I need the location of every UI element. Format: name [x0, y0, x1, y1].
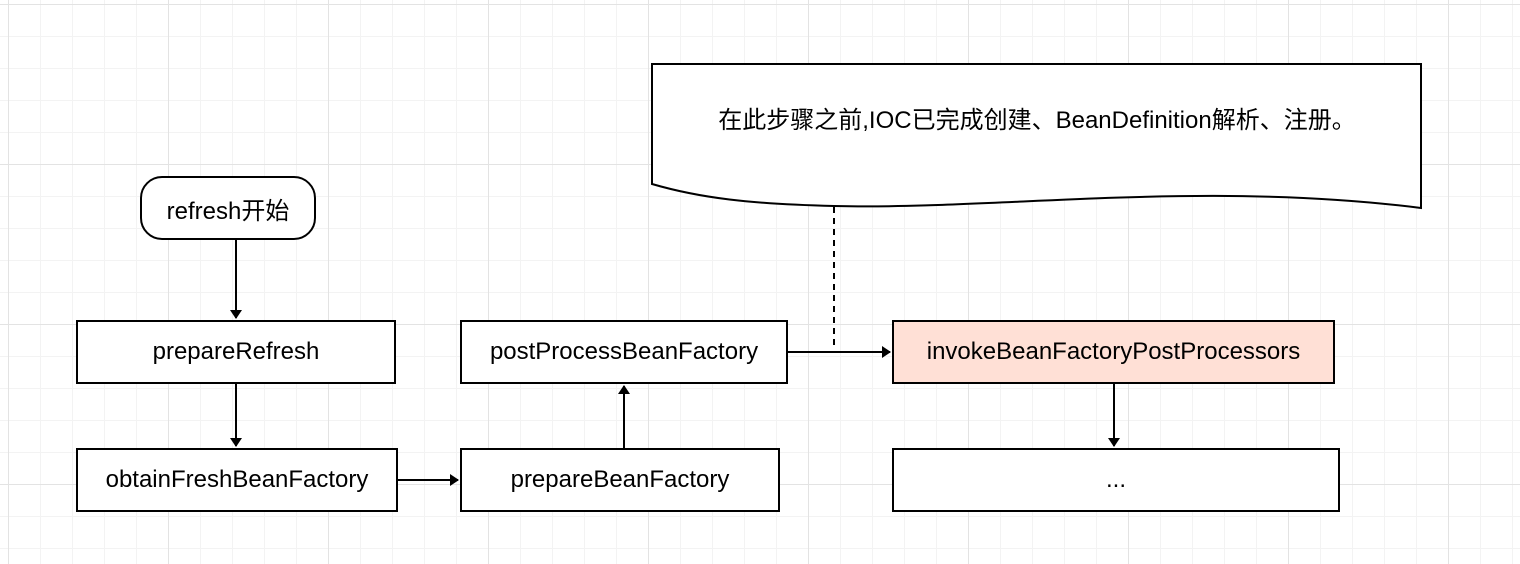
node-label: ... [1105, 466, 1126, 493]
node-label: prepareRefresh [152, 338, 320, 365]
node-ellipsis: ... [892, 448, 1340, 512]
node-invoke-bean-factory-post-processors: invokeBeanFactoryPostProcessors [892, 320, 1335, 384]
note-text: 在此步骤之前,IOC已完成创建、BeanDefinition解析、注册。 [718, 107, 1356, 134]
node-refresh-start: refresh开始 [140, 176, 316, 240]
node-label: prepareBeanFactory [510, 466, 730, 493]
node-label: postProcessBeanFactory [489, 338, 759, 365]
note-shape [651, 63, 1422, 210]
node-prepare-bean-factory: prepareBeanFactory [460, 448, 780, 512]
node-obtain-fresh-bean-factory: obtainFreshBeanFactory [76, 448, 398, 512]
node-prepare-refresh: prepareRefresh [76, 320, 396, 384]
node-label: invokeBeanFactoryPostProcessors [926, 338, 1301, 365]
node-post-process-bean-factory: postProcessBeanFactory [460, 320, 788, 384]
node-label: obtainFreshBeanFactory [105, 466, 369, 493]
node-label: refresh开始 [166, 197, 290, 225]
